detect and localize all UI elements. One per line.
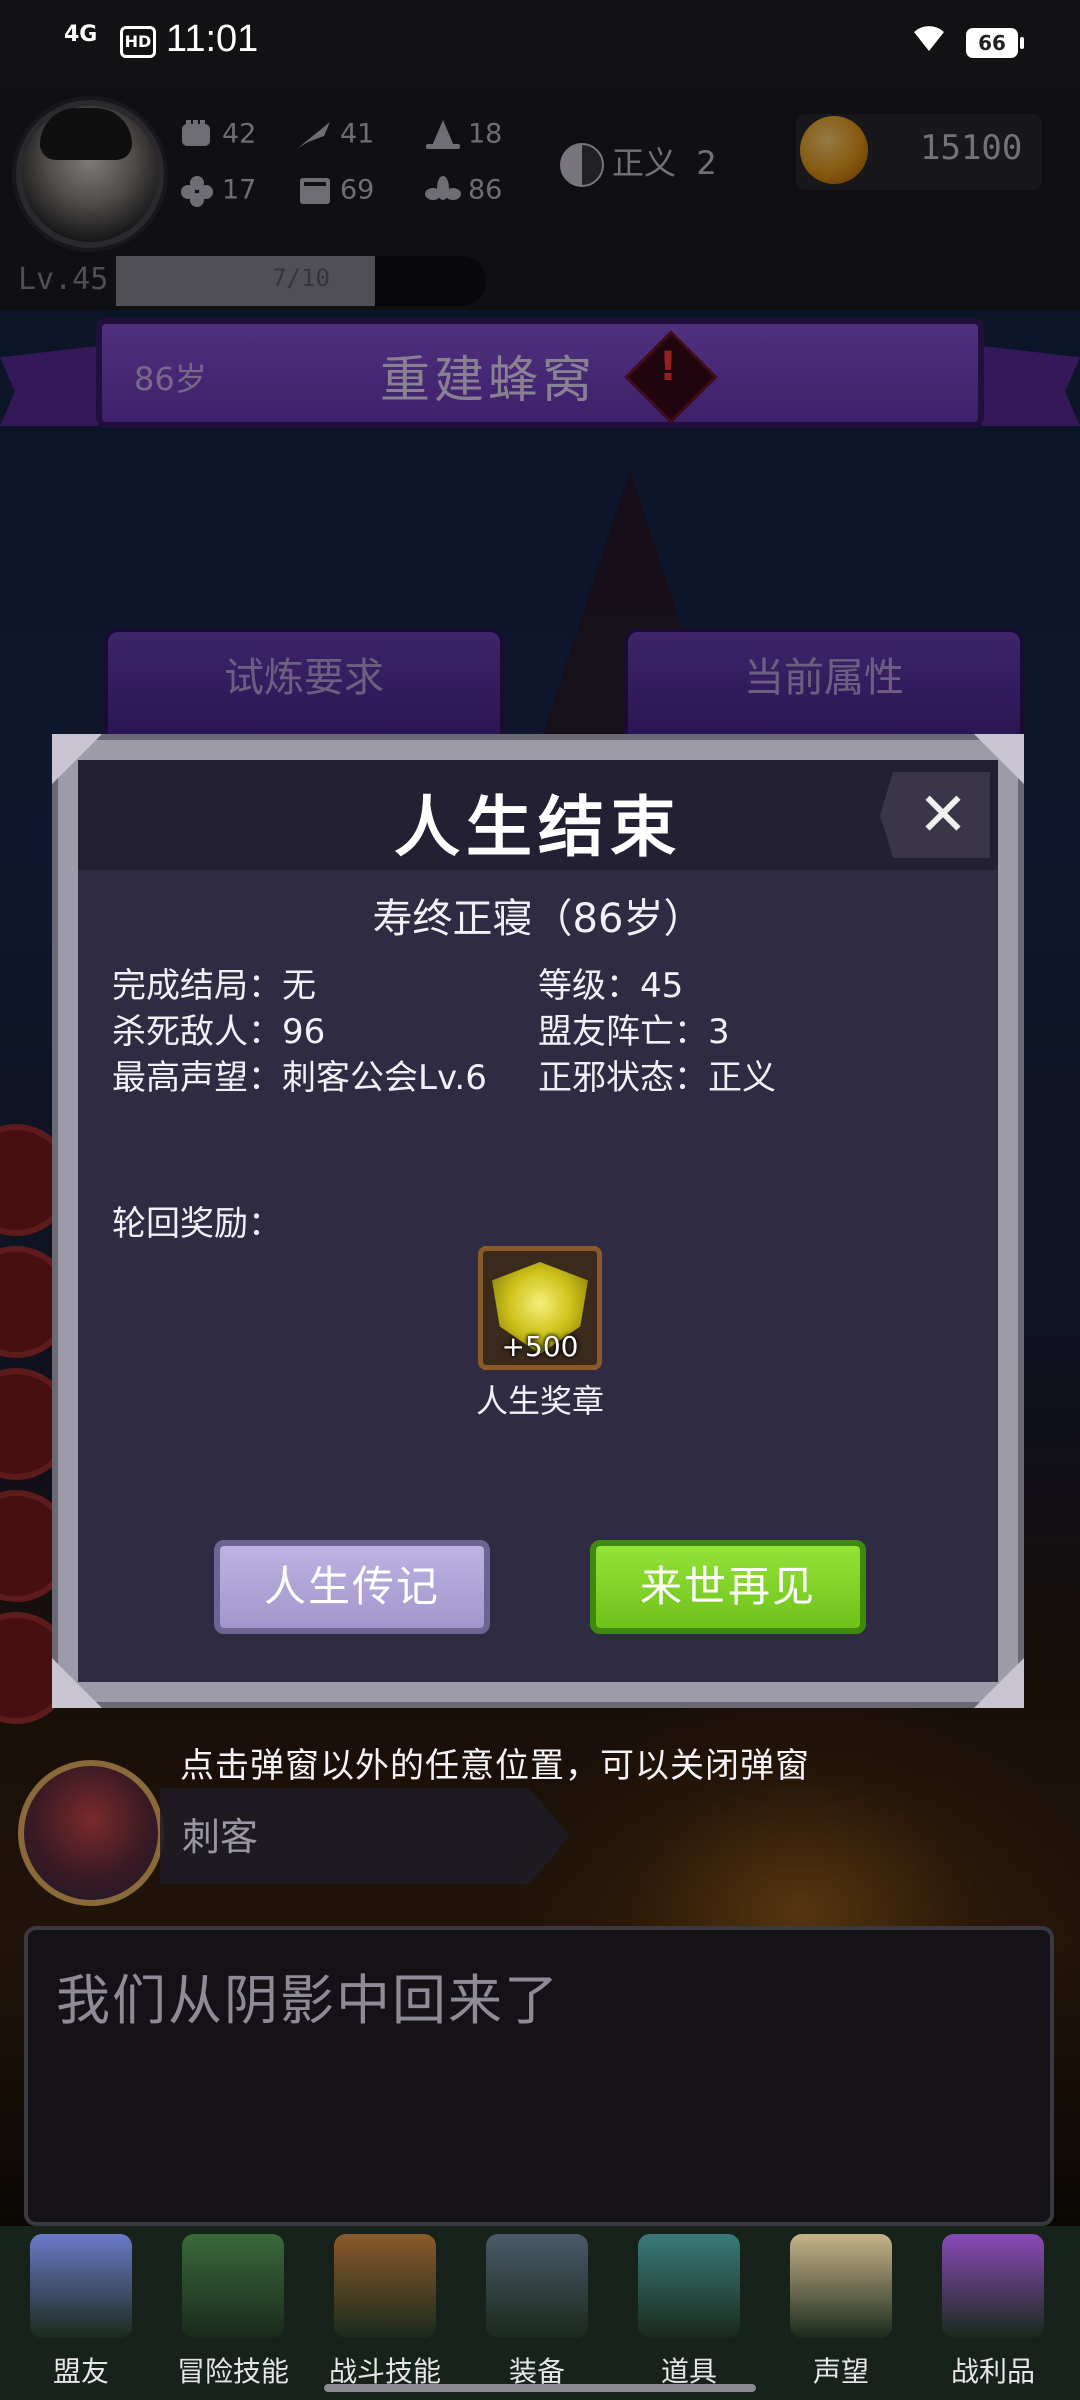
nav-adventure-skills[interactable]: 冒险技能 xyxy=(158,2226,308,2400)
info-allies-fallen: 盟友阵亡：3 xyxy=(538,1012,730,1052)
handshake-icon xyxy=(30,2234,132,2338)
scroll-icon xyxy=(790,2234,892,2338)
crossed-swords-icon xyxy=(486,2234,588,2338)
death-cause: 寿终正寝（86岁） xyxy=(372,896,704,942)
nav-loot[interactable]: 战利品 xyxy=(918,2226,1068,2400)
info-level: 等级：45 xyxy=(538,966,684,1006)
info-kills: 杀死敌人：96 xyxy=(112,1012,326,1052)
info-ending: 完成结局：无 xyxy=(112,966,316,1006)
wifi-icon xyxy=(912,22,946,62)
reward-quantity: +500 xyxy=(501,1330,579,1363)
info-morality: 正邪状态：正义 xyxy=(538,1058,776,1098)
battery-icon: 66 xyxy=(966,28,1024,58)
status-time: 11:01 xyxy=(166,18,259,60)
backpack-icon xyxy=(334,2234,436,2338)
info-reputation: 最高声望：刺客公会Lv.6 xyxy=(112,1058,487,1098)
network-indicator: 4G xyxy=(64,22,98,47)
nav-equipment[interactable]: 装备 xyxy=(462,2226,612,2400)
reward-name: 人生奖章 xyxy=(475,1382,604,1420)
nav-reputation[interactable]: 声望 xyxy=(766,2226,916,2400)
next-life-button[interactable]: 来世再见 xyxy=(590,1540,866,1634)
nav-allies[interactable]: 盟友 xyxy=(6,2226,156,2400)
close-icon[interactable]: ✕ xyxy=(898,772,988,858)
reward-label: 轮回奖励： xyxy=(112,1204,282,1244)
pouch-icon xyxy=(638,2234,740,2338)
home-indicator[interactable] xyxy=(324,2384,756,2392)
speaker-name: 刺客 xyxy=(182,1815,259,1859)
hd-icon: HD xyxy=(120,26,156,58)
nav-items[interactable]: 道具 xyxy=(614,2226,764,2400)
biography-button[interactable]: 人生传记 xyxy=(214,1540,490,1634)
dialogue-text: 我们从阴影中回来了 xyxy=(56,1969,560,2032)
nav-combat-skills[interactable]: 战斗技能 xyxy=(310,2226,460,2400)
spellbook-icon xyxy=(182,2234,284,2338)
treasure-chest-icon xyxy=(942,2234,1044,2338)
close-hint: 点击弹窗以外的任意位置，可以关闭弹窗 xyxy=(180,1746,810,1786)
speaker-avatar xyxy=(18,1760,164,1906)
dialog-title: 人生结束 xyxy=(394,789,682,866)
